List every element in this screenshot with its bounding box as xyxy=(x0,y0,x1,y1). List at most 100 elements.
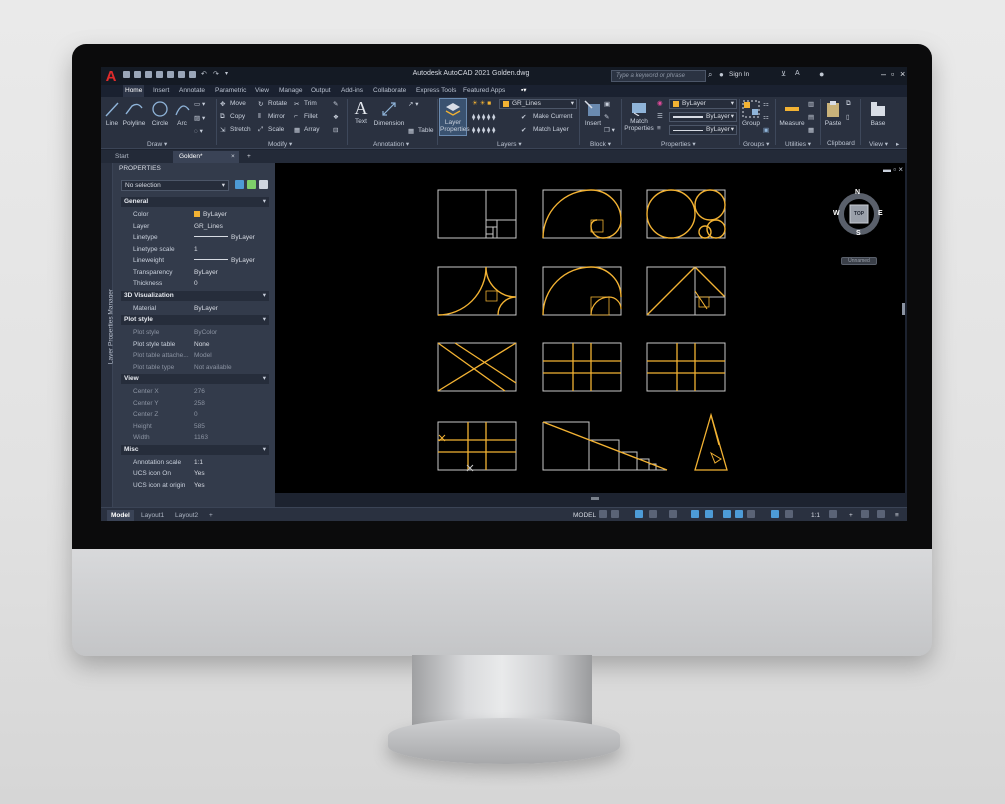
ellipse-icon[interactable]: ◌ ▾ xyxy=(194,127,203,135)
vertical-scroll-handle[interactable] xyxy=(902,303,905,315)
rotate-button[interactable]: Rotate xyxy=(268,100,287,107)
save-as-icon[interactable] xyxy=(156,71,163,78)
tab-layout2[interactable]: Layout2 xyxy=(171,510,202,521)
isodraft-icon[interactable] xyxy=(669,510,677,518)
golden-grid-phi[interactable] xyxy=(646,342,726,392)
linetype-dropdown[interactable]: ByLayer ▾ xyxy=(669,125,737,135)
viewcube[interactable]: N S E W TOP xyxy=(833,188,885,240)
isolate-objects-icon[interactable] xyxy=(861,510,869,518)
paste-button[interactable]: Paste xyxy=(822,100,844,127)
layer-tools-row-2[interactable]: ⧫ ⧫ ⧫ ⧫ ⧫ xyxy=(472,126,495,134)
golden-grid-thirds[interactable] xyxy=(542,342,622,392)
tab-overflow-icon[interactable]: ▪▾ xyxy=(519,85,529,97)
golden-rectangle-subdivision[interactable] xyxy=(437,189,517,239)
quick-select-icon[interactable] xyxy=(259,180,268,189)
layer-tools-row-1[interactable]: ⧫ ⧫ ⧫ ⧫ ⧫ xyxy=(472,113,495,121)
property-row[interactable]: Center Z 0 xyxy=(121,409,269,421)
tab-collaborate[interactable]: Collaborate xyxy=(371,85,408,97)
property-row[interactable]: Linetype scale 1 xyxy=(121,244,269,256)
help-icon[interactable]: ● xyxy=(819,69,824,79)
grid-icon[interactable] xyxy=(599,510,607,518)
auto-scale-icon[interactable] xyxy=(785,510,793,518)
group-selection-icon[interactable]: ▣ xyxy=(763,126,769,134)
arc-button[interactable]: Arc xyxy=(173,100,191,127)
group-button[interactable]: Group xyxy=(741,100,761,127)
property-row[interactable]: Plot style table None xyxy=(121,339,269,351)
layer-properties-manager-tab[interactable]: Layer Properties Manager xyxy=(101,163,115,507)
autocad-logo[interactable]: A xyxy=(103,69,119,85)
tab-manage[interactable]: Manage xyxy=(277,85,305,97)
panel-label-groups[interactable]: Groups ▾ xyxy=(743,140,769,148)
panel-label-block[interactable]: Block ▾ xyxy=(590,140,611,148)
quick-access-dropdown-icon[interactable]: ▾ xyxy=(225,70,228,77)
property-value[interactable]: 0 xyxy=(194,409,198,420)
restore-icon[interactable]: ▫ xyxy=(891,69,894,79)
panel-label-clipboard[interactable]: Clipboard xyxy=(827,140,855,147)
property-row[interactable]: Center Y 258 xyxy=(121,398,269,410)
lineweight-toggle-icon[interactable] xyxy=(723,510,731,518)
create-block-icon[interactable]: ▣ xyxy=(604,100,610,108)
clean-screen-icon[interactable] xyxy=(877,510,885,518)
section-header-3d-visualization[interactable]: 3D Visualization ▾ xyxy=(121,290,269,301)
redo-icon[interactable]: ↷ xyxy=(213,70,219,78)
ucs-menu[interactable]: Unnamed xyxy=(841,257,877,265)
property-value[interactable]: Yes xyxy=(194,468,205,479)
tab-layout1[interactable]: Layout1 xyxy=(137,510,168,521)
undo-icon[interactable]: ↶ xyxy=(201,70,207,78)
golden-spiral[interactable] xyxy=(542,189,622,239)
panel-label-view[interactable]: View ▾ xyxy=(869,140,888,148)
print-icon[interactable] xyxy=(189,71,196,78)
offset-icon[interactable]: ⊟ xyxy=(333,126,338,134)
customization-menu-icon[interactable]: ≡ xyxy=(891,510,903,521)
panel-label-modify[interactable]: Modify ▾ xyxy=(268,140,292,148)
horizontal-scroll-handle[interactable] xyxy=(591,497,599,500)
model-space-toggle[interactable]: MODEL xyxy=(569,510,600,521)
compass-west[interactable]: W xyxy=(833,210,840,217)
move-button[interactable]: Move xyxy=(230,100,246,107)
search-input[interactable]: Type a keyword or phrase xyxy=(611,70,706,82)
lineweight-dropdown[interactable]: ByLayer ▾ xyxy=(669,112,737,122)
match-layer-button[interactable]: Match Layer xyxy=(533,126,569,133)
polyline-button[interactable]: Polyline xyxy=(121,100,147,127)
property-value[interactable]: ByLayer xyxy=(194,209,227,220)
property-row[interactable]: Lineweight ByLayer xyxy=(121,255,269,267)
property-value[interactable]: Yes xyxy=(194,480,205,491)
property-row[interactable]: Width 1163 xyxy=(121,432,269,444)
transparency-icon[interactable] xyxy=(735,510,743,518)
property-row[interactable]: Color ByLayer xyxy=(121,209,269,221)
workspace-gear-icon[interactable] xyxy=(829,510,837,518)
panel-label-properties[interactable]: Properties ▾ xyxy=(661,140,696,148)
leader-icon[interactable]: ↗ ▾ xyxy=(408,100,419,108)
golden-spiral-arcs[interactable] xyxy=(542,266,622,316)
annotation-scale[interactable]: 1:1 xyxy=(807,510,824,521)
line-button[interactable]: Line xyxy=(103,100,121,127)
tab-add-ins[interactable]: Add-ins xyxy=(339,85,365,97)
add-layout-icon[interactable]: + xyxy=(205,510,217,521)
tab-model[interactable]: Model xyxy=(107,510,134,521)
user-icon[interactable]: ● xyxy=(719,70,724,79)
cart-icon[interactable]: ⊻ xyxy=(781,70,786,78)
property-value[interactable]: 258 xyxy=(194,398,205,409)
cut-icon[interactable]: ▯ xyxy=(846,113,850,121)
property-value[interactable]: 1 xyxy=(194,244,198,255)
golden-concave-spiral[interactable] xyxy=(437,266,517,316)
property-row[interactable]: Material ByLayer xyxy=(121,303,269,315)
property-row[interactable]: Layer GR_Lines xyxy=(121,221,269,233)
section-header-misc[interactable]: Misc ▾ xyxy=(121,444,269,455)
scale-button[interactable]: Scale xyxy=(268,126,284,133)
tab-annotate[interactable]: Annotate xyxy=(177,85,207,97)
close-icon[interactable]: × xyxy=(900,69,905,79)
edit-block-icon[interactable]: ✎ xyxy=(604,113,609,121)
property-value[interactable]: None xyxy=(194,339,210,350)
property-value[interactable]: Model xyxy=(194,350,212,361)
panel-label-utilities[interactable]: Utilities ▾ xyxy=(785,140,811,148)
annotation-visibility-icon[interactable] xyxy=(771,510,779,518)
osnap-icon[interactable] xyxy=(705,510,713,518)
layer-state-icons[interactable]: ☀ ☀ ■ xyxy=(472,99,491,107)
select-objects-icon[interactable] xyxy=(247,180,256,189)
property-value[interactable]: ByLayer xyxy=(194,303,218,314)
ribbon-more-icon[interactable]: ▸ xyxy=(896,140,899,148)
property-value[interactable]: 585 xyxy=(194,421,205,432)
ungroup-icon[interactable]: ⚏ xyxy=(763,100,769,108)
property-row[interactable]: UCS icon On Yes xyxy=(121,468,269,480)
